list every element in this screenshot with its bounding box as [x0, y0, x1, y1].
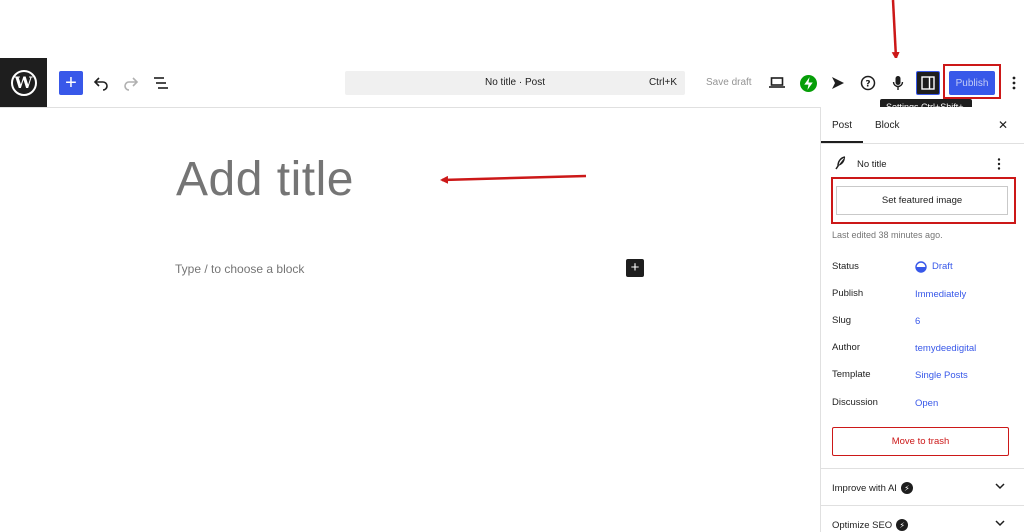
slug-value[interactable]: 6 [915, 316, 920, 327]
save-draft-button[interactable]: Save draft [706, 77, 752, 88]
chevron-down-icon[interactable] [995, 518, 1005, 530]
arrow-to-publish [891, 0, 900, 60]
document-overview-icon[interactable] [152, 74, 170, 92]
microphone-icon[interactable] [889, 74, 907, 92]
panel-divider [821, 505, 1024, 506]
tab-post[interactable]: Post [832, 120, 852, 131]
sidebar-post-title: No title [857, 159, 887, 170]
add-block-button[interactable]: + [59, 71, 83, 95]
jetpack-icon[interactable] [799, 74, 817, 92]
status-value[interactable]: Draft [932, 261, 953, 272]
discussion-label: Discussion [832, 397, 878, 408]
bolt-icon: ⚡ [900, 482, 913, 494]
draft-status-icon [915, 260, 927, 273]
wordpress-logo-icon[interactable]: W [0, 58, 47, 107]
set-featured-image-button[interactable]: Set featured image [836, 186, 1008, 215]
close-icon[interactable]: ✕ [998, 118, 1008, 132]
publish-label: Publish [832, 288, 864, 299]
template-label: Template [832, 369, 871, 380]
preview-device-icon[interactable] [768, 74, 786, 92]
inline-add-block-button[interactable]: + [626, 259, 644, 277]
post-title-input[interactable]: Add title [176, 152, 354, 207]
svg-text:?: ? [865, 80, 870, 90]
author-value[interactable]: temydeedigital [915, 343, 976, 354]
optimize-seo-panel[interactable]: Optimize SEO ⚡ [832, 519, 909, 531]
author-label: Author [832, 342, 860, 353]
block-placeholder-input[interactable]: Type / to choose a block [175, 262, 304, 276]
post-actions-icon[interactable] [997, 157, 1003, 171]
tab-block[interactable]: Block [875, 120, 899, 131]
send-icon[interactable] [829, 74, 847, 92]
chevron-down-icon[interactable] [995, 481, 1005, 493]
publish-value[interactable]: Immediately [915, 289, 966, 300]
more-options-icon[interactable] [1008, 74, 1020, 92]
improve-with-ai-label: Improve with AI [832, 482, 897, 494]
discussion-value[interactable]: Open [915, 398, 938, 409]
undo-icon[interactable] [92, 74, 110, 92]
publish-button[interactable]: Publish [949, 71, 995, 95]
optimize-seo-label: Optimize SEO [832, 519, 893, 531]
slug-label: Slug [832, 315, 852, 326]
bolt-icon: ⚡ [896, 519, 909, 531]
status-label: Status [832, 261, 859, 272]
wordpress-logo-glyph: W [10, 69, 37, 96]
help-icon[interactable]: ? [859, 74, 877, 92]
command-bar-title: No title · Post [484, 77, 546, 88]
settings-sidebar-icon[interactable] [916, 71, 940, 95]
tabs-divider [821, 143, 1024, 144]
template-value[interactable]: Single Posts [915, 370, 968, 381]
last-edited-text: Last edited 38 minutes ago. [832, 230, 943, 240]
feather-icon [835, 156, 849, 170]
redo-icon[interactable] [122, 74, 140, 92]
improve-with-ai-panel[interactable]: Improve with AI ⚡ [832, 482, 913, 494]
panel-divider [821, 468, 1024, 469]
command-palette-bar[interactable]: No title · Post Ctrl+K [345, 71, 685, 95]
move-to-trash-button[interactable]: Move to trash [832, 427, 1009, 456]
command-bar-shortcut: Ctrl+K [648, 77, 677, 88]
arrow-to-title [440, 174, 587, 184]
